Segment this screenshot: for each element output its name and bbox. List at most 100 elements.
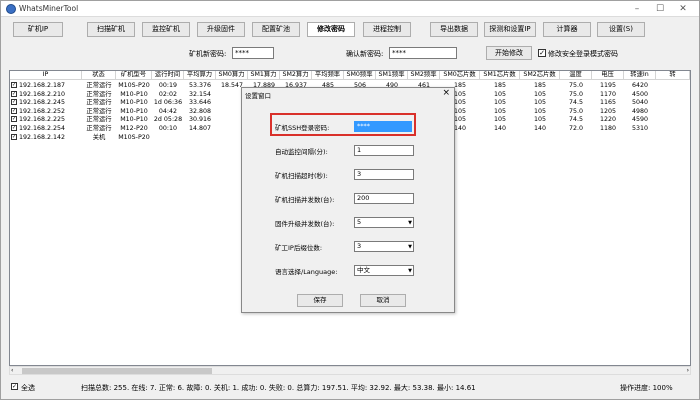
column-header[interactable]: SM1算力 <box>248 71 280 80</box>
dialog-input[interactable]: 1 <box>354 145 414 156</box>
dialog-field-label: 矿机SSH登录密码: <box>275 124 330 132</box>
toolbar-button[interactable]: 设置(S) <box>597 22 645 37</box>
status-bar: ✓ 全选 扫描总数: 255. 在线: 7. 正常: 6. 故障: 0. 关机:… <box>1 380 699 394</box>
toolbar-button[interactable]: 配置矿池 <box>252 22 300 37</box>
select-all-label: 全选 <box>21 384 35 392</box>
minimize-icon[interactable]: – <box>627 3 647 15</box>
table-cell <box>184 133 216 142</box>
table-cell: M10S-P20 <box>118 133 150 141</box>
save-button[interactable]: 保存 <box>297 294 343 307</box>
column-header[interactable]: SM0芯片数 <box>440 71 480 80</box>
new-password-input[interactable]: **** <box>232 47 274 59</box>
ssh-password-input[interactable]: **** <box>354 121 412 132</box>
dialog-select[interactable]: 3 ▼ <box>354 241 414 252</box>
toolbar-button[interactable]: 计算器 <box>543 22 591 37</box>
column-header[interactable]: 矿机型号 <box>116 71 152 80</box>
confirm-password-input[interactable]: **** <box>389 47 457 59</box>
column-header[interactable]: SM0频率 <box>344 71 376 80</box>
chevron-down-icon[interactable]: ▼ <box>408 219 412 228</box>
column-header[interactable]: SM1频率 <box>376 71 408 80</box>
dialog-field-label: 矿工IP后缀位数: <box>275 244 323 252</box>
table-cell <box>152 133 184 142</box>
table-cell: 关机 <box>92 133 106 141</box>
table-cell <box>560 133 592 142</box>
column-header[interactable]: SM2芯片数 <box>520 71 560 80</box>
row-checkbox[interactable]: ✓ <box>11 107 17 114</box>
toolbar-button[interactable]: 导出数据 <box>430 22 478 37</box>
app-logo-icon <box>6 4 16 14</box>
title-bar: WhatsMinerTool – ☐ ✕ <box>1 1 699 17</box>
close-icon[interactable]: ✕ <box>673 3 693 15</box>
row-ip-cell: ✓ 192.168.2.142 <box>10 133 82 142</box>
row-ip-text: 192.168.2.225 <box>19 116 66 124</box>
column-header[interactable]: 转速In <box>624 71 656 80</box>
column-header[interactable]: SM0算力 <box>216 71 248 80</box>
row-ip-text: 192.168.2.254 <box>19 125 66 132</box>
toolbar-button[interactable]: 矿机IP <box>13 22 63 37</box>
dialog-field-label: 矿机扫描超时(秒): <box>275 172 328 180</box>
maximize-icon[interactable]: ☐ <box>650 3 670 15</box>
row-ip-text: 192.168.2.245 <box>19 99 66 107</box>
horizontal-scrollbar[interactable]: ‹ › <box>9 366 691 375</box>
row-ip-text: 192.168.2.142 <box>19 133 66 141</box>
dialog-select-value: 3 <box>357 242 362 250</box>
scroll-left-icon[interactable]: ‹ <box>11 367 13 374</box>
column-header[interactable]: 运行时间 <box>152 71 184 80</box>
toolbar-button[interactable]: 扫描矿机 <box>87 22 135 37</box>
dialog-input[interactable]: 3 <box>354 169 414 180</box>
chevron-down-icon[interactable]: ▼ <box>408 267 412 276</box>
dialog-close-icon[interactable]: × <box>442 88 450 98</box>
row-checkbox[interactable]: ✓ <box>11 82 17 88</box>
column-header[interactable]: 电压 <box>592 71 624 80</box>
dialog-field-label: 固件升级并发数(台): <box>275 220 335 228</box>
column-header[interactable]: 平均频率 <box>312 71 344 80</box>
scroll-right-icon[interactable]: › <box>687 367 689 374</box>
column-header[interactable]: 转 <box>656 71 690 80</box>
row-ip-text: 192.168.2.187 <box>19 82 66 89</box>
dialog-select-value: 中文 <box>357 266 370 274</box>
dialog-select[interactable]: 5 ▼ <box>354 217 414 228</box>
cancel-button[interactable]: 取消 <box>360 294 406 307</box>
scrollbar-thumb[interactable] <box>22 368 212 374</box>
window-title: WhatsMinerTool <box>19 4 79 13</box>
toolbar-button[interactable]: 升级固件 <box>197 22 245 37</box>
toolbar-button[interactable]: 进程控制 <box>363 22 411 37</box>
dialog-select[interactable]: 中文 ▼ <box>354 265 414 276</box>
dialog-input[interactable]: 200 <box>354 193 414 204</box>
row-ip-text: 192.168.2.210 <box>19 90 66 98</box>
toolbar-button[interactable]: 探测和设置IP <box>484 22 536 37</box>
row-checkbox[interactable]: ✓ <box>11 116 17 123</box>
secure-mode-checkbox[interactable]: ✓ <box>538 49 546 57</box>
row-checkbox[interactable]: ✓ <box>11 90 17 97</box>
dialog-title: 设置窗口 <box>245 92 271 100</box>
row-checkbox[interactable]: ✓ <box>11 133 17 140</box>
row-checkbox[interactable]: ✓ <box>11 125 17 131</box>
chevron-down-icon[interactable]: ▼ <box>408 243 412 252</box>
confirm-password-label: 确认新密码: <box>346 50 384 58</box>
column-header[interactable]: IP <box>10 71 82 80</box>
dialog-field-label: 语言选择/Language: <box>275 268 338 276</box>
table-cell <box>592 133 624 142</box>
column-header[interactable]: 状态 <box>82 71 116 80</box>
column-header[interactable]: SM2频率 <box>408 71 440 80</box>
progress-text: 操作进度: 100% <box>620 384 673 392</box>
table-cell <box>480 133 520 142</box>
settings-dialog: 设置窗口 × 矿机SSH登录密码: **** 自动监控间隔(分): 1 矿机扫描超时(秒… <box>241 87 455 313</box>
table-cell <box>520 133 560 142</box>
column-header[interactable]: SM2算力 <box>280 71 312 80</box>
dialog-field-label: 自动监控间隔(分): <box>275 148 328 156</box>
secure-mode-label: 修改安全登录模式密码 <box>548 50 618 58</box>
row-checkbox[interactable]: ✓ <box>11 99 17 106</box>
table-cell <box>624 133 656 142</box>
select-all-checkbox[interactable]: ✓ <box>11 383 18 390</box>
row-ip-text: 192.168.2.252 <box>19 107 66 115</box>
scan-summary: 扫描总数: 255. 在线: 7. 正常: 6. 故障: 0. 关机: 1. 成… <box>81 384 476 392</box>
start-modify-button[interactable]: 开始修改 <box>486 46 532 60</box>
toolbar-button[interactable]: 修改密码 <box>307 22 355 37</box>
toolbar-button[interactable]: 监控矿机 <box>142 22 190 37</box>
column-header[interactable]: SM1芯片数 <box>480 71 520 80</box>
column-header[interactable]: 温度 <box>560 71 592 80</box>
dialog-select-value: 5 <box>357 218 362 226</box>
column-header[interactable]: 平均算力 <box>184 71 216 80</box>
dialog-field-label: 矿机扫描并发数(台): <box>275 196 335 204</box>
